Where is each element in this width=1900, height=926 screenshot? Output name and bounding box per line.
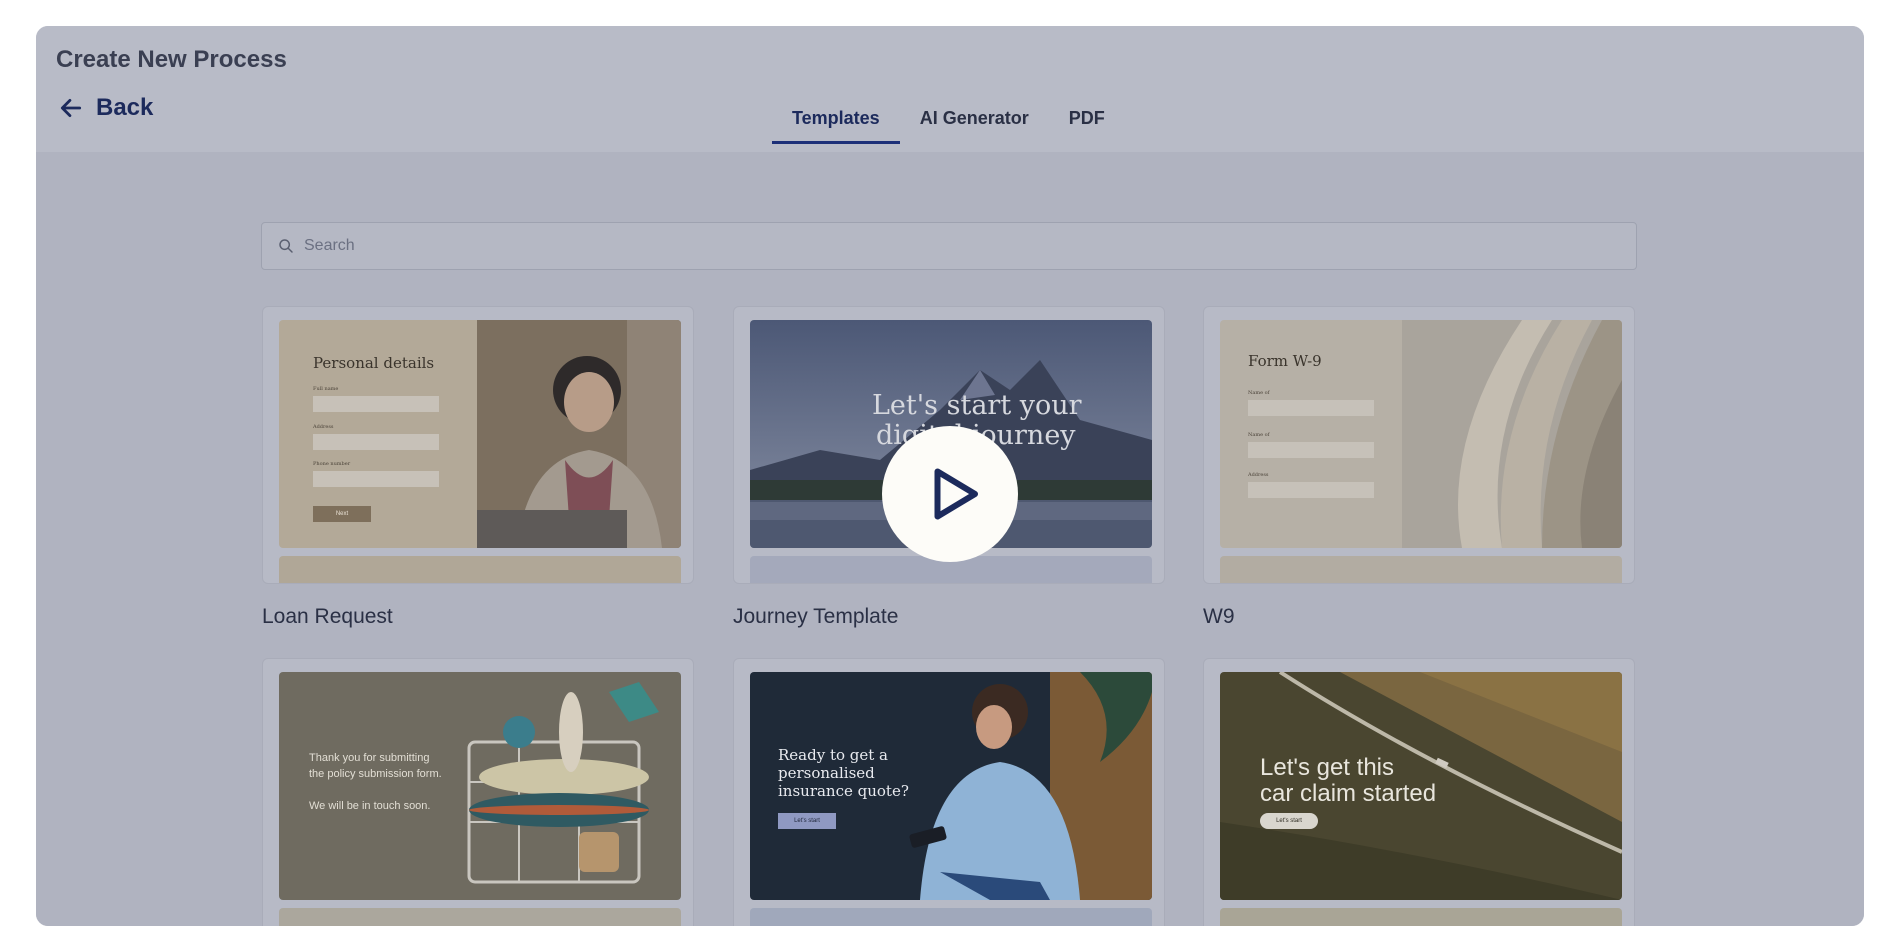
search-input[interactable] [304,237,1604,255]
thumbnail-footer [279,556,681,583]
template-thumbnail: Form W-9 Name of Name of Address [1220,320,1622,548]
portrait-photo [477,320,681,548]
preview-input [1248,400,1374,416]
preview-field-label: Phone number [313,461,351,467]
preview-start-button: Let's start [1260,813,1318,829]
template-name-journey-template[interactable]: Journey Template [733,605,898,629]
preview-start-button: Let's start [778,813,836,829]
search-icon [279,239,293,253]
preview-input [313,434,439,450]
template-name-loan-request[interactable]: Loan Request [262,605,393,629]
back-button-label: Back [96,94,154,121]
back-button[interactable]: Back [58,94,153,122]
preview-button-label: Next [335,511,349,517]
thumbnail-footer [1220,908,1622,926]
preview-line1: Thank you for submitting [309,752,430,764]
preview-input [313,471,439,487]
preview-field-label: Address [1248,472,1269,478]
template-thumbnail: Thank you for submitting the policy subm… [279,672,681,900]
template-card-policy-submission[interactable]: Thank you for submitting the policy subm… [262,658,694,926]
template-thumbnail: Ready to get a personalised insurance qu… [750,672,1152,900]
preview-line3: We will be in touch soon. [309,800,431,812]
template-card-loan-request[interactable]: Personal details Full name Address Phone… [262,306,694,584]
preview-heading-line1: Let's start your [872,390,1082,421]
preview-line2: the policy submission form. [309,768,442,780]
thumbnail-footer [1220,556,1622,583]
arrow-left-icon [60,99,82,117]
preview-line1: Ready to get a [778,746,889,764]
templates-panel: Personal details Full name Address Phone… [36,152,1864,926]
preview-field-label: Name of [1248,390,1270,396]
page-title: Create New Process [56,46,287,73]
play-video-button[interactable] [882,426,1018,562]
template-thumbnail: Let's get this car claim started Let's s… [1220,672,1622,900]
preview-button-label: Let's start [1276,818,1302,824]
tab-pdf[interactable]: PDF [1049,98,1125,144]
preview-line2: car claim started [1260,780,1437,807]
preview-button-label: Let's start [794,818,820,824]
preview-field-label: Address [313,424,334,430]
preview-field-label: Name of [1248,432,1270,438]
woman-portrait-illustration [477,320,681,548]
template-name-w9[interactable]: W9 [1203,605,1235,629]
tab-bar: Templates AI Generator PDF [772,98,1125,144]
preview-line3: insurance quote? [778,782,909,800]
preview-input [313,396,439,412]
tab-ai-generator[interactable]: AI Generator [900,98,1049,144]
play-icon [934,468,978,520]
template-thumbnail: Personal details Full name Address Phone… [279,320,681,548]
template-card-insurance-quote[interactable]: Ready to get a personalised insurance qu… [733,658,1165,926]
create-process-modal: Create New Process Back Templates AI Gen… [36,26,1864,926]
paper-curves-illustration [1402,320,1622,548]
tab-templates[interactable]: Templates [772,98,900,144]
preview-line2: personalised [778,764,875,782]
thumbnail-footer [750,908,1152,926]
preview-next-button: Next [313,506,371,522]
preview-heading: Personal details [313,354,435,372]
preview-field-label: Full name [313,386,339,392]
template-card-car-claim[interactable]: Let's get this car claim started Let's s… [1203,658,1635,926]
preview-line1: Let's get this [1260,754,1394,781]
surfboards-illustration [279,672,681,900]
preview-input [1248,442,1374,458]
search-bar[interactable] [261,222,1637,270]
modal-header: Create New Process Back Templates AI Gen… [36,26,1864,152]
preview-input [1248,482,1374,498]
preview-heading: Form W-9 [1248,352,1322,370]
thumbnail-footer [279,908,681,926]
template-card-w9[interactable]: Form W-9 Name of Name of Address [1203,306,1635,584]
